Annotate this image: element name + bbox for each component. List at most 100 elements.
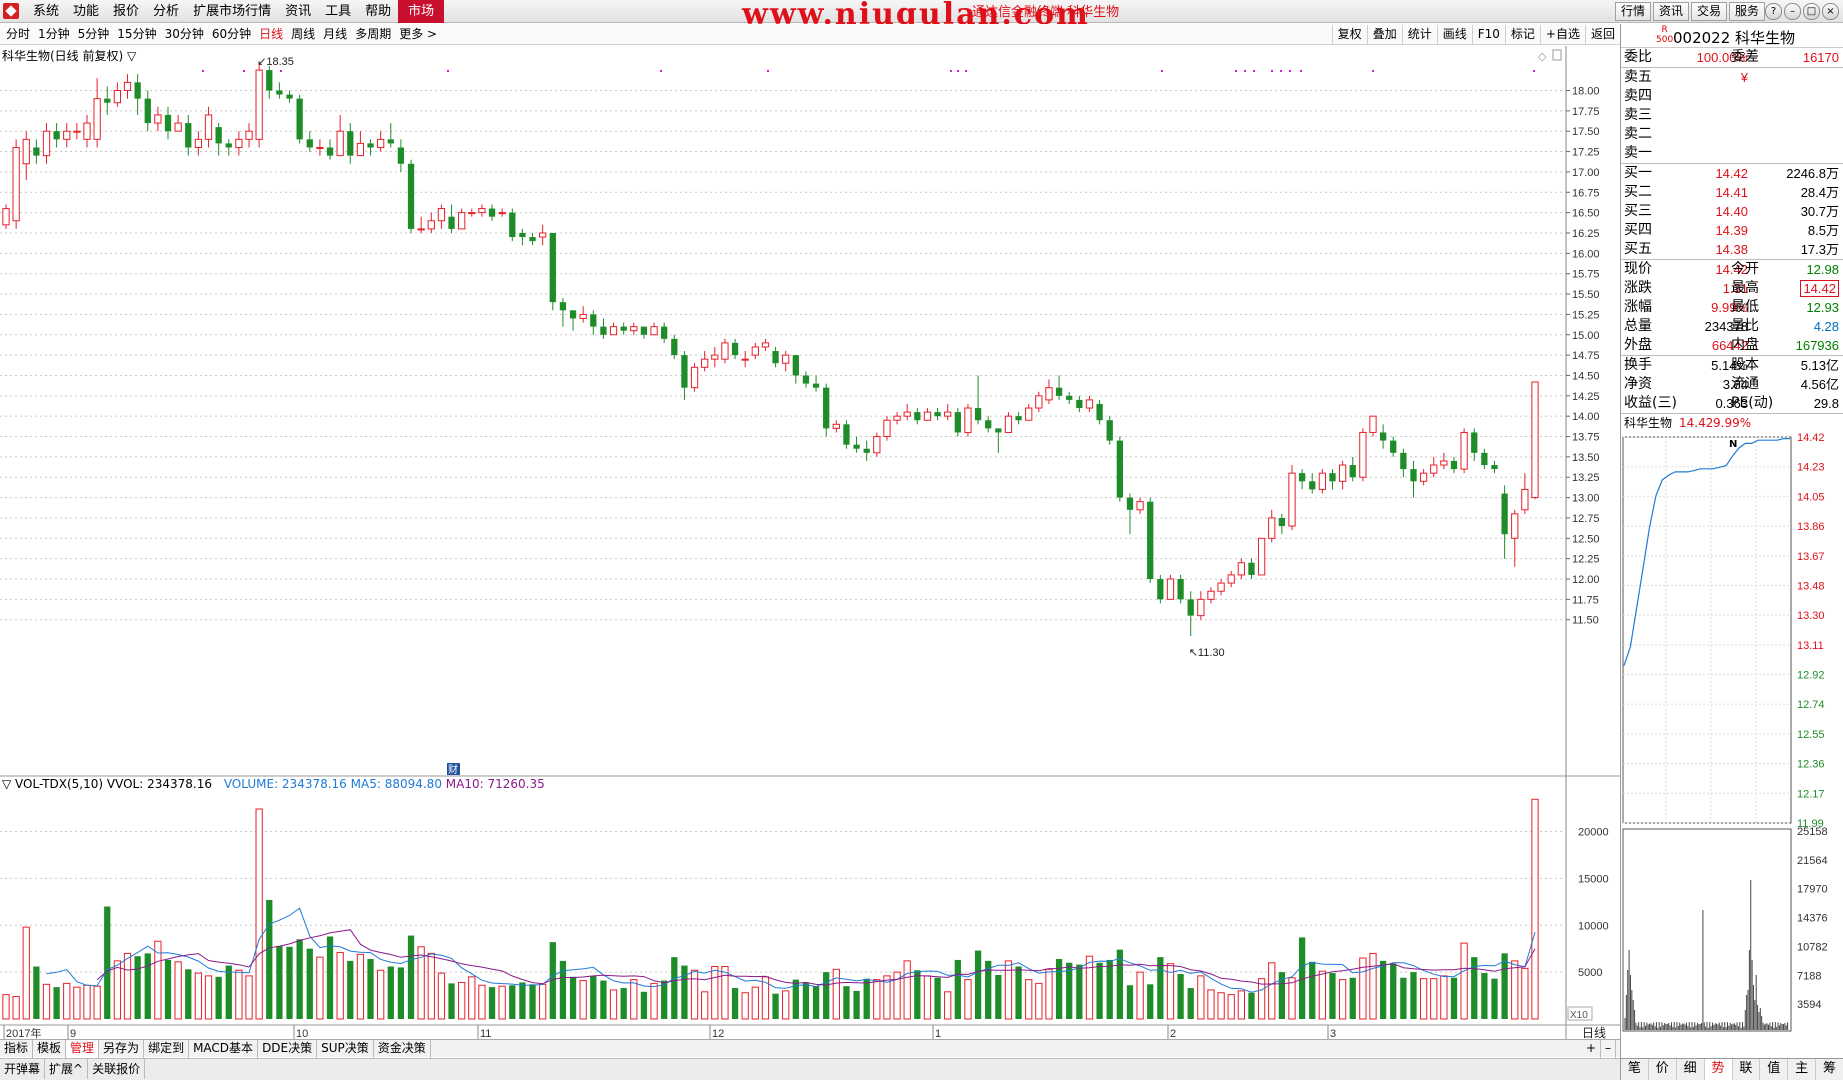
quote-tab-6[interactable]: 主 bbox=[1788, 1059, 1817, 1080]
maximize-icon[interactable]: □ bbox=[1803, 3, 1820, 20]
quote-tab-2[interactable]: 细 bbox=[1677, 1059, 1705, 1080]
status-item-0[interactable]: 开弹幕 bbox=[0, 1059, 46, 1079]
stock-code-name: 002022 科华生物 bbox=[1673, 29, 1796, 47]
tool-button-7[interactable]: 返回 bbox=[1584, 25, 1620, 44]
volume-bar-down bbox=[306, 948, 313, 1019]
indicator-tab-7[interactable]: SUP决策 bbox=[317, 1040, 374, 1058]
top-button-3[interactable]: 服务 bbox=[1728, 2, 1765, 21]
menu-item-2[interactable]: 报价 bbox=[106, 0, 146, 23]
status-item-1[interactable]: 扩展^ bbox=[45, 1059, 89, 1079]
candle-body-down bbox=[772, 351, 779, 364]
buy-level-5-label: 买五 bbox=[1624, 241, 1652, 257]
period-tab-8[interactable]: 月线 bbox=[319, 24, 351, 45]
quote-tab-1[interactable]: 价 bbox=[1649, 1059, 1677, 1080]
mini-price-label: 13.48 bbox=[1797, 580, 1825, 592]
volume-bar-up bbox=[1025, 979, 1033, 1020]
indicator-tab-0[interactable]: 指标 bbox=[0, 1040, 34, 1058]
buy-level-5-value: 14.38 bbox=[1715, 242, 1748, 257]
period-tab-9[interactable]: 多周期 bbox=[351, 24, 395, 45]
zoom-out-button[interactable]: – bbox=[1601, 1040, 1616, 1058]
tool-button-0[interactable]: 复权 bbox=[1331, 25, 1367, 44]
menu-item-7[interactable]: 帮助 bbox=[358, 0, 398, 23]
menu-item-3[interactable]: 分析 bbox=[146, 0, 186, 23]
minimize-icon[interactable]: – bbox=[1784, 3, 1801, 20]
top-button-0[interactable]: 行情 bbox=[1614, 2, 1651, 21]
indicator-tab-3[interactable]: 另存为 bbox=[99, 1040, 145, 1058]
period-tab-0[interactable]: 分时 bbox=[2, 24, 34, 45]
indicator-tab-5[interactable]: MACD基本 bbox=[189, 1040, 259, 1058]
tool-button-4[interactable]: F10 bbox=[1471, 25, 1505, 44]
quote-tab-4[interactable]: 联 bbox=[1733, 1059, 1761, 1080]
buy-level-2-volume: 28.4万 bbox=[1800, 185, 1839, 200]
menu-item-1[interactable]: 功能 bbox=[66, 0, 106, 23]
indicator-tabs: 指标 模板 管理 另存为 绑定到 MACD基本 DDE决策 SUP决策 资金决策 + – bbox=[0, 1039, 1620, 1058]
indicator-tab-2[interactable]: 管理 bbox=[66, 1040, 100, 1058]
indicator-tab-6[interactable]: DDE决策 bbox=[258, 1040, 318, 1058]
price-tick-label: 17.00 bbox=[1572, 167, 1600, 179]
candle-body-down bbox=[53, 131, 60, 140]
period-tab-7[interactable]: 周线 bbox=[287, 24, 319, 45]
chart-area[interactable]: 18.00 17.75 17.50 17.25 17.00 16.75 16.50 16.25… bbox=[0, 46, 1620, 1046]
volume-bar-up bbox=[2, 994, 10, 1020]
status-item-2[interactable]: 关联报价 bbox=[88, 1059, 146, 1079]
candle-body-up bbox=[356, 142, 365, 157]
zoom-in-button[interactable]: + bbox=[1582, 1040, 1601, 1058]
tool-button-5[interactable]: 标记 bbox=[1504, 25, 1540, 44]
intraday-mini-chart[interactable]: 14.42 14.23 14.05 13.86 13.67 13.48 13.30 13.11… bbox=[1621, 431, 1843, 1036]
candle-body-up bbox=[782, 354, 790, 364]
candle-body-down bbox=[995, 428, 1002, 433]
candle-body-up bbox=[893, 415, 901, 421]
top-button-2[interactable]: 交易 bbox=[1690, 2, 1727, 21]
close-icon[interactable]: × bbox=[1822, 3, 1839, 20]
stat-row-1-value2-text: 14.42 bbox=[1800, 280, 1839, 297]
quote-tab-7[interactable]: 筹 bbox=[1816, 1059, 1843, 1080]
volume-bar-up bbox=[1035, 982, 1043, 1020]
top-button-1[interactable]: 资讯 bbox=[1652, 2, 1689, 21]
period-tab-3[interactable]: 15分钟 bbox=[113, 24, 160, 45]
period-tab-2[interactable]: 5分钟 bbox=[74, 24, 114, 45]
quote-tab-0[interactable]: 笔 bbox=[1621, 1059, 1649, 1080]
price-tick-label: 16.00 bbox=[1572, 248, 1600, 260]
period-tab-1[interactable]: 1分钟 bbox=[34, 24, 74, 45]
quote-tab-5[interactable]: 值 bbox=[1760, 1059, 1789, 1080]
tool-button-6[interactable]: +自选 bbox=[1539, 25, 1585, 44]
candle-body-up bbox=[873, 436, 881, 454]
volume-bar-up bbox=[174, 961, 182, 1020]
kline-chart[interactable]: 18.00 17.75 17.50 17.25 17.00 16.75 16.50 16.25… bbox=[0, 46, 1620, 1039]
period-tab-5[interactable]: 60分钟 bbox=[208, 24, 255, 45]
volume-bar-down bbox=[1126, 985, 1134, 1019]
period-tab-4[interactable]: 30分钟 bbox=[161, 24, 208, 45]
tool-button-2[interactable]: 统计 bbox=[1401, 25, 1437, 44]
period-tab-6[interactable]: 日线 bbox=[255, 24, 287, 45]
indicator-tab-4[interactable]: 绑定到 bbox=[144, 1040, 190, 1058]
menu-item-6[interactable]: 工具 bbox=[318, 0, 358, 23]
tool-button-1[interactable]: 叠加 bbox=[1366, 25, 1402, 44]
volume-bar-up bbox=[316, 956, 324, 1020]
quote-panel: R 500 002022 科华生物 委比 100.00% 委差 16170 卖五 ¥… bbox=[1620, 24, 1843, 1080]
help-icon[interactable]: ? bbox=[1765, 3, 1782, 20]
menu-item-5[interactable]: 资讯 bbox=[278, 0, 318, 23]
volume-bar-up bbox=[1085, 955, 1094, 1020]
indicator-tab-1[interactable]: 模板 bbox=[33, 1040, 67, 1058]
mini-vol-label: 7188 bbox=[1797, 970, 1821, 982]
menu-item-0[interactable]: 系统 bbox=[26, 0, 66, 23]
buy-level-3-value: 14.40 bbox=[1715, 204, 1748, 219]
candle-body-down bbox=[104, 98, 111, 103]
candle-body-down bbox=[671, 338, 678, 356]
menu-item-8[interactable]: 市场 bbox=[398, 0, 445, 23]
xaxis-label: 11 bbox=[480, 1028, 491, 1039]
menu-item-4[interactable]: 扩展市场行情 bbox=[186, 0, 278, 23]
candle-body-up bbox=[427, 220, 435, 230]
stat-row-0-value2: 12.98 bbox=[1806, 260, 1839, 279]
volume-bar-up bbox=[1531, 798, 1539, 1020]
quote-tab-3[interactable]: 势 bbox=[1704, 1059, 1733, 1080]
stat-row-3-value2: 4.28 bbox=[1814, 317, 1839, 336]
volume-bar-down bbox=[1390, 963, 1397, 1019]
volume-bar-up bbox=[1207, 989, 1215, 1020]
period-tab-10[interactable]: 更多 > bbox=[395, 24, 441, 45]
candle-body-up bbox=[903, 411, 911, 417]
weicha-label: 委差 bbox=[1731, 49, 1759, 65]
indicator-tab-8[interactable]: 资金决策 bbox=[374, 1040, 431, 1058]
tool-button-3[interactable]: 画线 bbox=[1436, 25, 1472, 44]
candle-body-down bbox=[448, 216, 455, 229]
